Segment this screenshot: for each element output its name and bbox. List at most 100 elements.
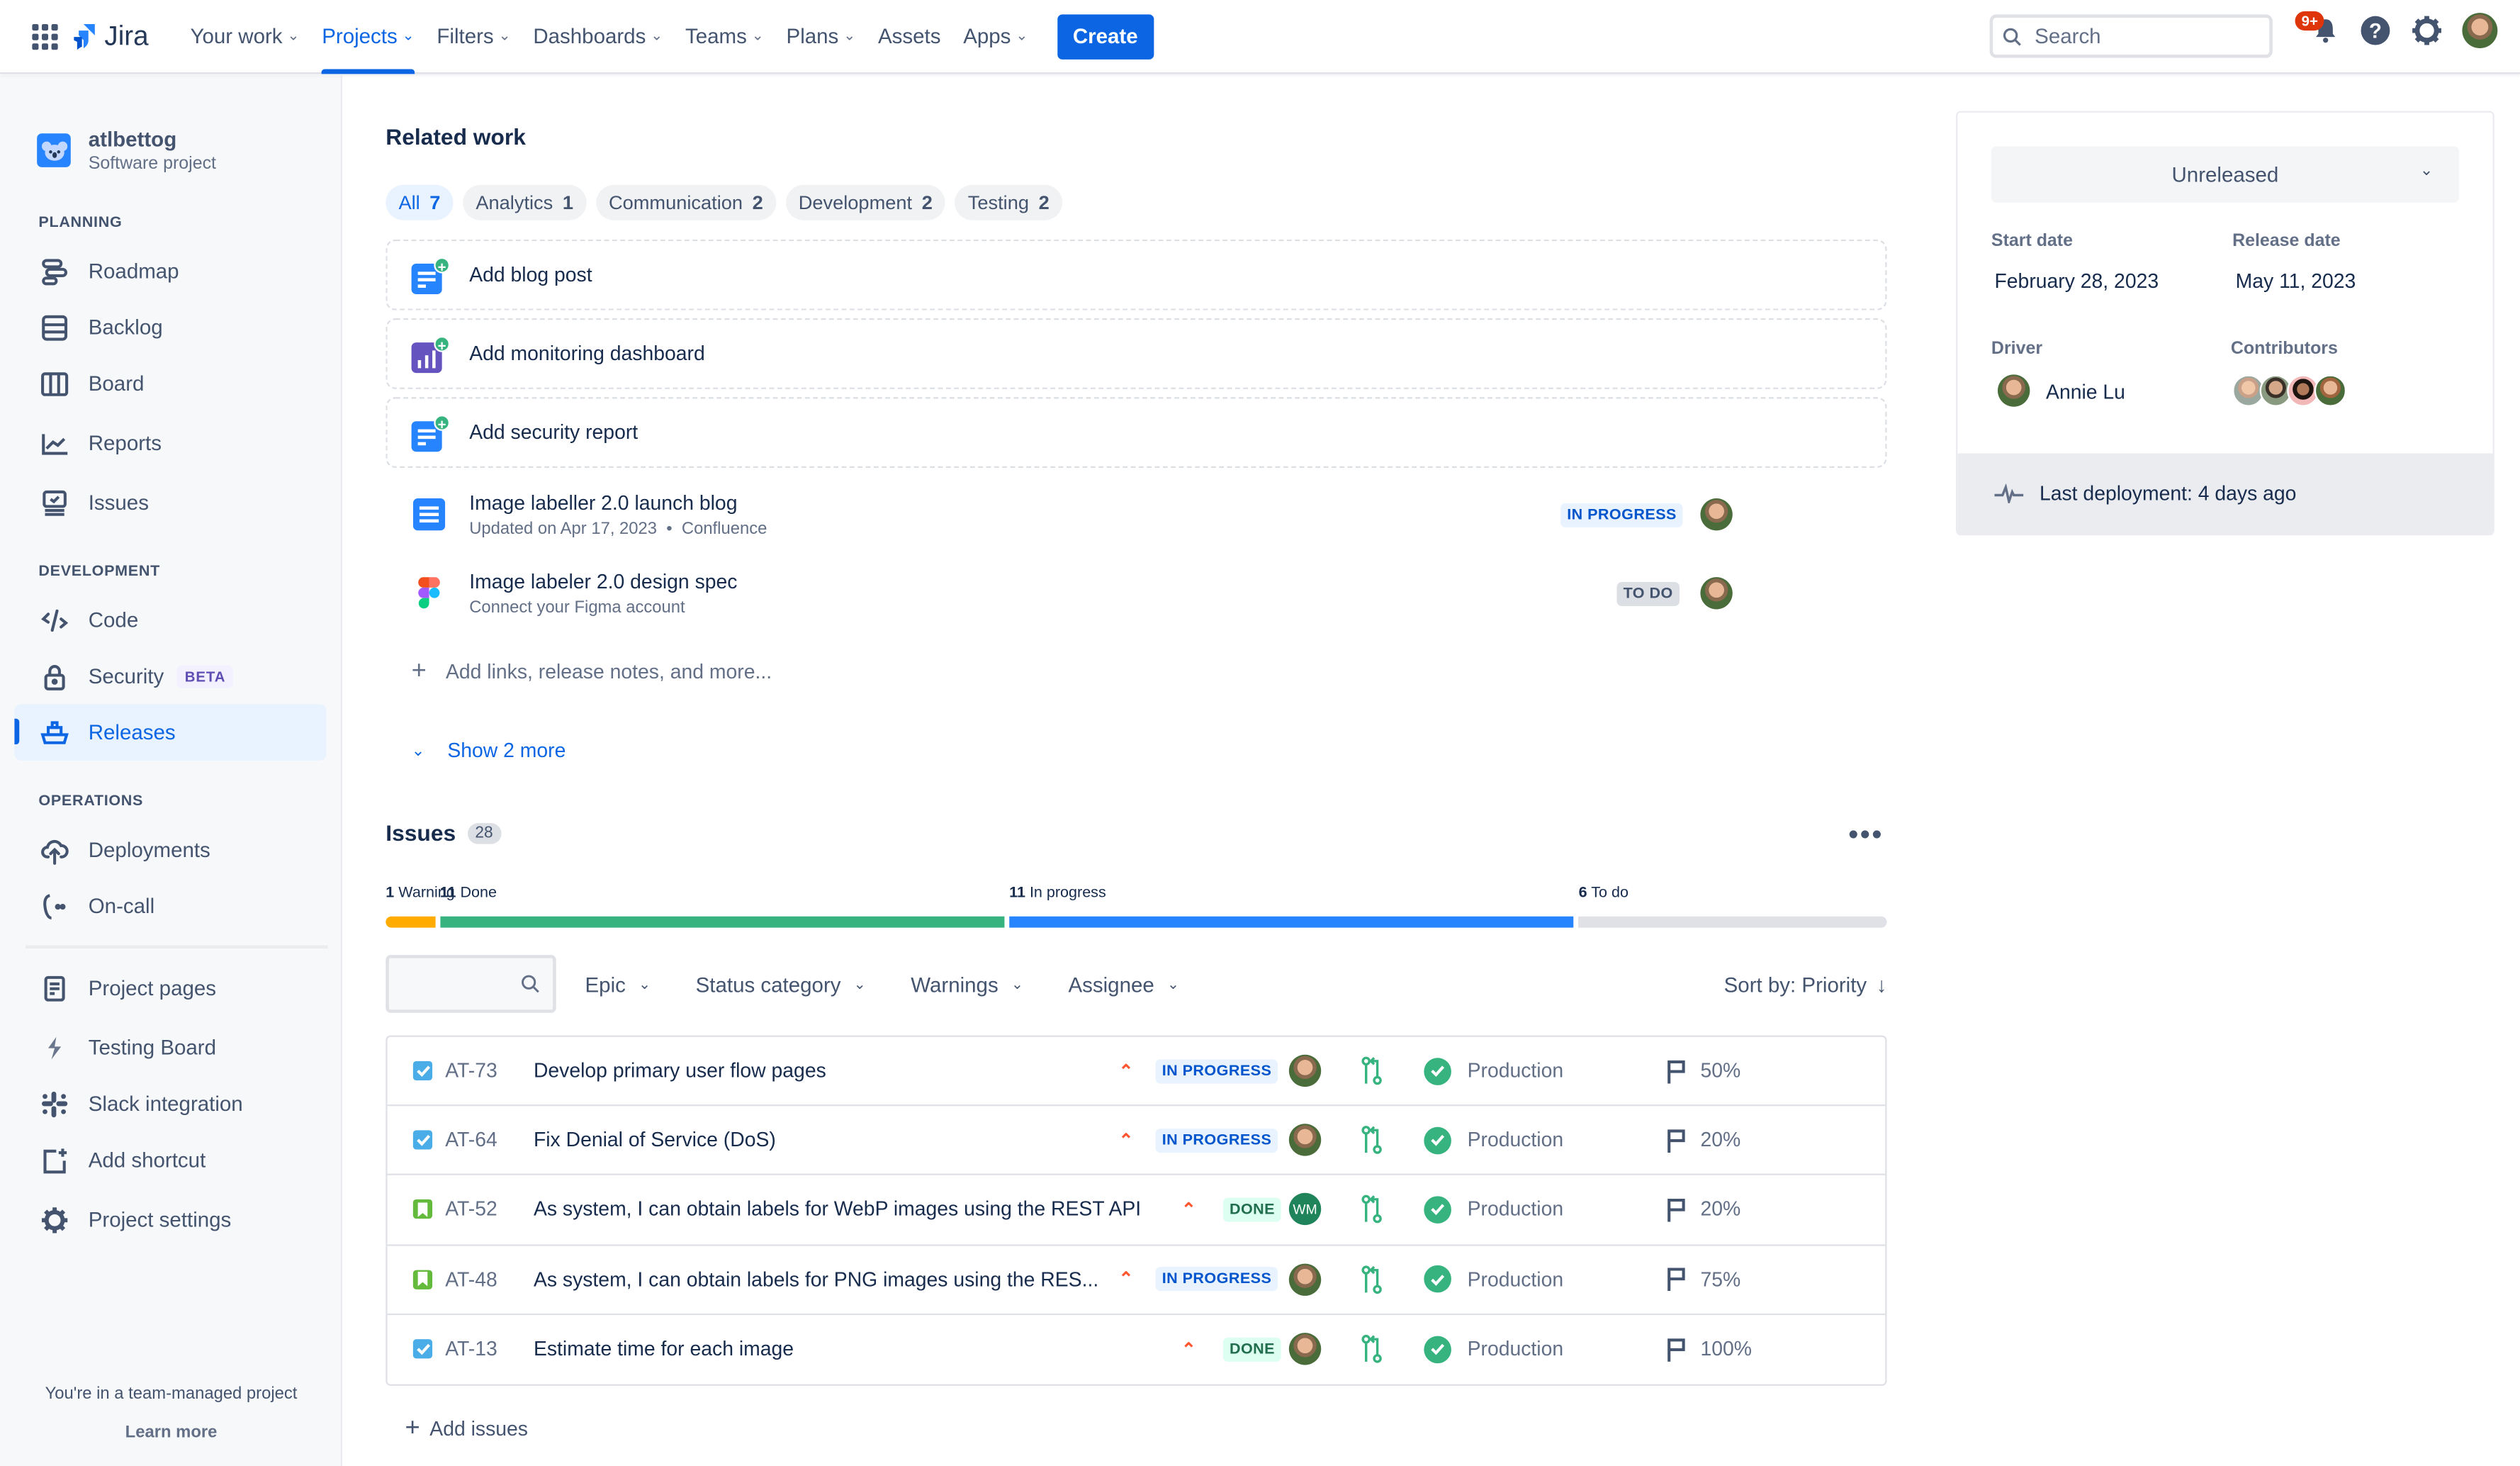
last-deployment-bar[interactable]: Last deployment: 4 days ago bbox=[1957, 453, 2493, 534]
issue-search-input[interactable] bbox=[386, 955, 556, 1013]
issue-row[interactable]: AT-13 Estimate time for each image ⌃ DONE Pr… bbox=[388, 1315, 1886, 1384]
progress-segment-done[interactable] bbox=[439, 916, 1005, 928]
issue-summary[interactable]: Develop primary user flow pages bbox=[534, 1060, 826, 1082]
sidebar-item-project-pages[interactable]: Project pages bbox=[14, 960, 326, 1016]
sidebar-item-slack-integration[interactable]: Slack integration bbox=[14, 1075, 326, 1131]
nav-teams[interactable]: Teams ⌄ bbox=[685, 0, 764, 73]
nav-dashboards[interactable]: Dashboards ⌄ bbox=[533, 0, 663, 73]
nav-assets[interactable]: Assets bbox=[878, 0, 940, 73]
sidebar-item-issues[interactable]: Issues bbox=[14, 474, 326, 530]
contributor-avatar[interactable] bbox=[2314, 374, 2347, 407]
issue-summary[interactable]: As system, I can obtain labels for PNG i… bbox=[534, 1268, 1098, 1291]
start-date-value[interactable]: February 28, 2023 bbox=[1994, 270, 2159, 293]
progress-segment-warning[interactable] bbox=[386, 916, 435, 928]
filter-epic[interactable]: Epic ⌄ bbox=[585, 972, 667, 996]
chip-development[interactable]: Development 2 bbox=[785, 184, 946, 220]
show-more-button[interactable]: ⌄ Show 2 more bbox=[412, 739, 566, 762]
issue-row[interactable]: AT-48 As system, I can obtain labels for … bbox=[387, 1246, 1886, 1315]
settings-gear-icon[interactable] bbox=[2411, 14, 2443, 46]
issue-summary[interactable]: Estimate time for each image bbox=[534, 1338, 794, 1361]
add-blog-post-card[interactable]: + Add blog post bbox=[386, 239, 1887, 310]
pull-request-icon[interactable] bbox=[1361, 1195, 1384, 1224]
sidebar-item-add-shortcut[interactable]: Add shortcut bbox=[14, 1132, 326, 1188]
release-date-value[interactable]: May 11, 2023 bbox=[2236, 270, 2356, 293]
pull-request-icon[interactable] bbox=[1361, 1335, 1384, 1364]
sort-by-priority-button[interactable]: Sort by: Priority ↓ bbox=[1724, 972, 1887, 996]
create-button[interactable]: Create bbox=[1057, 13, 1154, 59]
assignee-avatar[interactable] bbox=[1288, 1263, 1322, 1296]
issue-key[interactable]: AT-64 bbox=[445, 1129, 497, 1152]
issue-row[interactable]: AT-52 As system, I can obtain labels for … bbox=[387, 1176, 1886, 1246]
issue-key[interactable]: AT-52 bbox=[445, 1199, 497, 1221]
sidebar-item-roadmap[interactable]: Roadmap bbox=[14, 242, 326, 298]
nav-apps[interactable]: Apps ⌄ bbox=[963, 0, 1028, 73]
related-link-launch-blog[interactable]: Image labeller 2.0 launch blog Updated o… bbox=[386, 479, 1886, 550]
contributors-avatar-stack[interactable] bbox=[2232, 374, 2347, 407]
sidebar-item-deployments[interactable]: Deployments bbox=[14, 822, 326, 878]
status-lozenge[interactable]: DONE bbox=[1222, 1337, 1282, 1362]
nav-plans[interactable]: Plans ⌄ bbox=[787, 0, 856, 73]
help-icon[interactable]: ? bbox=[2359, 14, 2391, 46]
app-switcher-icon[interactable] bbox=[29, 20, 61, 52]
sidebar-item-security[interactable]: Security BETA bbox=[14, 648, 326, 704]
sidebar-item-code[interactable]: Code bbox=[14, 592, 326, 648]
sidebar-item-project-settings[interactable]: Project settings bbox=[14, 1192, 326, 1248]
chip-testing[interactable]: Testing 2 bbox=[955, 184, 1062, 220]
chip-analytics[interactable]: Analytics 1 bbox=[463, 184, 587, 220]
search-input[interactable]: Search bbox=[1989, 14, 2273, 58]
issue-row[interactable]: AT-64 Fix Denial of Service (DoS) ⌃ IN PROG… bbox=[387, 1107, 1886, 1176]
status-lozenge[interactable]: IN PROGRESS bbox=[1155, 1128, 1278, 1153]
issue-summary[interactable]: Fix Denial of Service (DoS) bbox=[534, 1129, 776, 1152]
environment-label[interactable]: Production bbox=[1468, 1060, 1564, 1082]
sidebar-item-on-call[interactable]: On-call bbox=[14, 878, 326, 934]
issue-row[interactable]: AT-73 Develop primary user flow pages ⌃ IN … bbox=[387, 1037, 1886, 1107]
jira-logo[interactable]: Jira bbox=[71, 20, 149, 52]
release-status-select[interactable]: Unreleased ⌄ bbox=[1991, 146, 2459, 203]
related-link-design-spec[interactable]: Image labeler 2.0 design spec Connect yo… bbox=[386, 558, 1886, 629]
issue-key[interactable]: AT-13 bbox=[445, 1338, 497, 1361]
nav-filters[interactable]: Filters ⌄ bbox=[437, 0, 510, 73]
filter-assignee[interactable]: Assignee ⌄ bbox=[1068, 972, 1195, 996]
pull-request-icon[interactable] bbox=[1361, 1056, 1384, 1085]
environment-label[interactable]: Production bbox=[1468, 1129, 1564, 1152]
issue-key[interactable]: AT-73 bbox=[445, 1060, 497, 1082]
environment-label[interactable]: Production bbox=[1468, 1268, 1564, 1291]
project-header[interactable]: atlbettog Software project bbox=[37, 127, 216, 174]
chip-all[interactable]: All 7 bbox=[386, 184, 454, 220]
status-lozenge[interactable]: IN PROGRESS bbox=[1155, 1267, 1278, 1292]
chip-communication[interactable]: Communication 2 bbox=[595, 184, 776, 220]
driver-avatar[interactable] bbox=[1997, 374, 2030, 407]
pull-request-icon[interactable] bbox=[1361, 1265, 1384, 1294]
assignee-avatar[interactable] bbox=[1700, 498, 1733, 531]
status-lozenge[interactable]: IN PROGRESS bbox=[1155, 1058, 1278, 1083]
filter-status-category[interactable]: Status category ⌄ bbox=[696, 972, 882, 996]
add-links-button[interactable]: + Add links, release notes, and more... bbox=[412, 658, 772, 687]
more-actions-icon[interactable]: ••• bbox=[1848, 818, 1884, 852]
driver-name[interactable]: Annie Lu bbox=[2046, 381, 2125, 403]
sidebar-item-backlog[interactable]: Backlog bbox=[14, 299, 326, 355]
assignee-avatar[interactable] bbox=[1288, 1124, 1322, 1157]
add-security-report-card[interactable]: + Add security report bbox=[386, 397, 1887, 468]
assignee-avatar[interactable] bbox=[1288, 1054, 1322, 1087]
issue-key[interactable]: AT-48 bbox=[445, 1268, 497, 1291]
assignee-avatar[interactable] bbox=[1700, 577, 1733, 610]
sidebar-item-releases[interactable]: Releases bbox=[14, 704, 327, 761]
issue-summary[interactable]: As system, I can obtain labels for WebP … bbox=[534, 1199, 1141, 1221]
progress-segment-to-do[interactable] bbox=[1578, 916, 1887, 928]
profile-avatar[interactable] bbox=[2462, 13, 2498, 49]
progress-segment-in-progress[interactable] bbox=[1009, 916, 1574, 928]
pull-request-icon[interactable] bbox=[1361, 1126, 1384, 1155]
environment-label[interactable]: Production bbox=[1468, 1338, 1564, 1361]
assignee-avatar[interactable] bbox=[1288, 1333, 1322, 1366]
sidebar-item-reports[interactable]: Reports bbox=[14, 415, 326, 471]
nav-your-work[interactable]: Your work ⌄ bbox=[191, 0, 300, 73]
add-issues-button[interactable]: + Add issues bbox=[405, 1415, 528, 1444]
link-subtitle[interactable]: Connect your Figma account bbox=[469, 598, 737, 617]
assignee-avatar[interactable]: WM bbox=[1288, 1193, 1322, 1226]
status-lozenge[interactable]: DONE bbox=[1222, 1197, 1282, 1222]
add-monitoring-dashboard-card[interactable]: + Add monitoring dashboard bbox=[386, 318, 1887, 389]
sidebar-item-board[interactable]: Board bbox=[14, 355, 326, 411]
environment-label[interactable]: Production bbox=[1468, 1199, 1564, 1221]
sidebar-item-testing-board[interactable]: Testing Board bbox=[14, 1019, 326, 1075]
filter-warnings[interactable]: Warnings ⌄ bbox=[911, 972, 1039, 996]
